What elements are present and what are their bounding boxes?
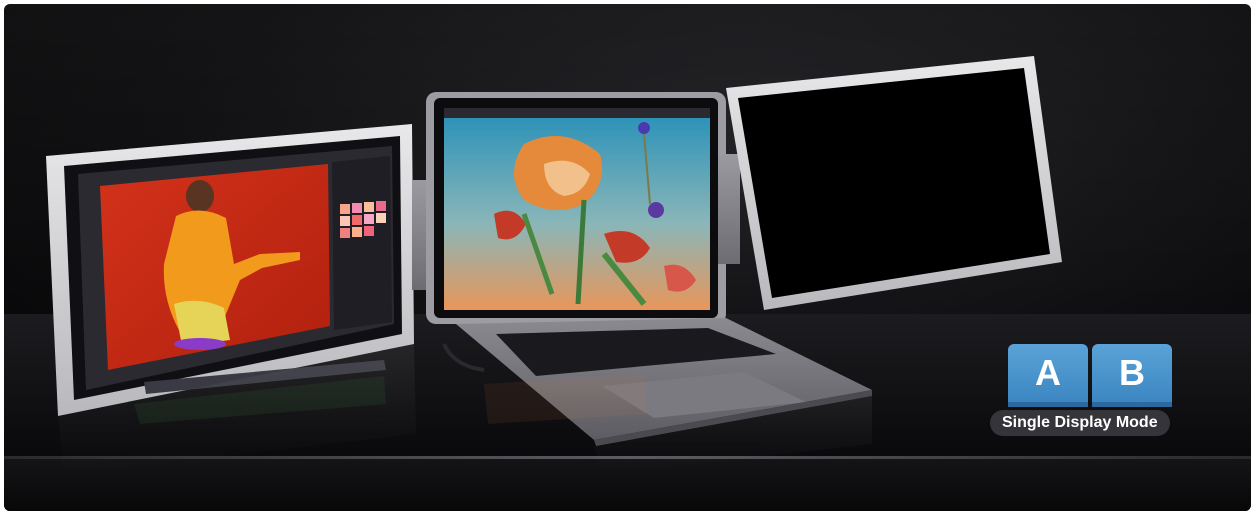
person-head <box>186 180 214 212</box>
display-b-stand <box>1092 402 1172 407</box>
person-shoes <box>174 338 226 350</box>
hero-image: A B Single Display Mode <box>4 4 1251 511</box>
layers-panel <box>332 156 392 330</box>
right-monitor <box>718 56 1062 310</box>
display-a-label: A <box>1035 352 1061 393</box>
display-b-label: B <box>1119 352 1145 393</box>
right-monitor-hinge <box>718 154 740 264</box>
display-a-stand <box>1008 402 1088 407</box>
display-mode-badge: A B Single Display Mode <box>990 344 1190 436</box>
display-b-icon: B <box>1092 344 1172 402</box>
mode-caption: Single Display Mode <box>990 410 1170 436</box>
display-a-icon: A <box>1008 344 1088 402</box>
laptop-menubar <box>444 108 710 118</box>
usb-cable <box>442 343 485 372</box>
